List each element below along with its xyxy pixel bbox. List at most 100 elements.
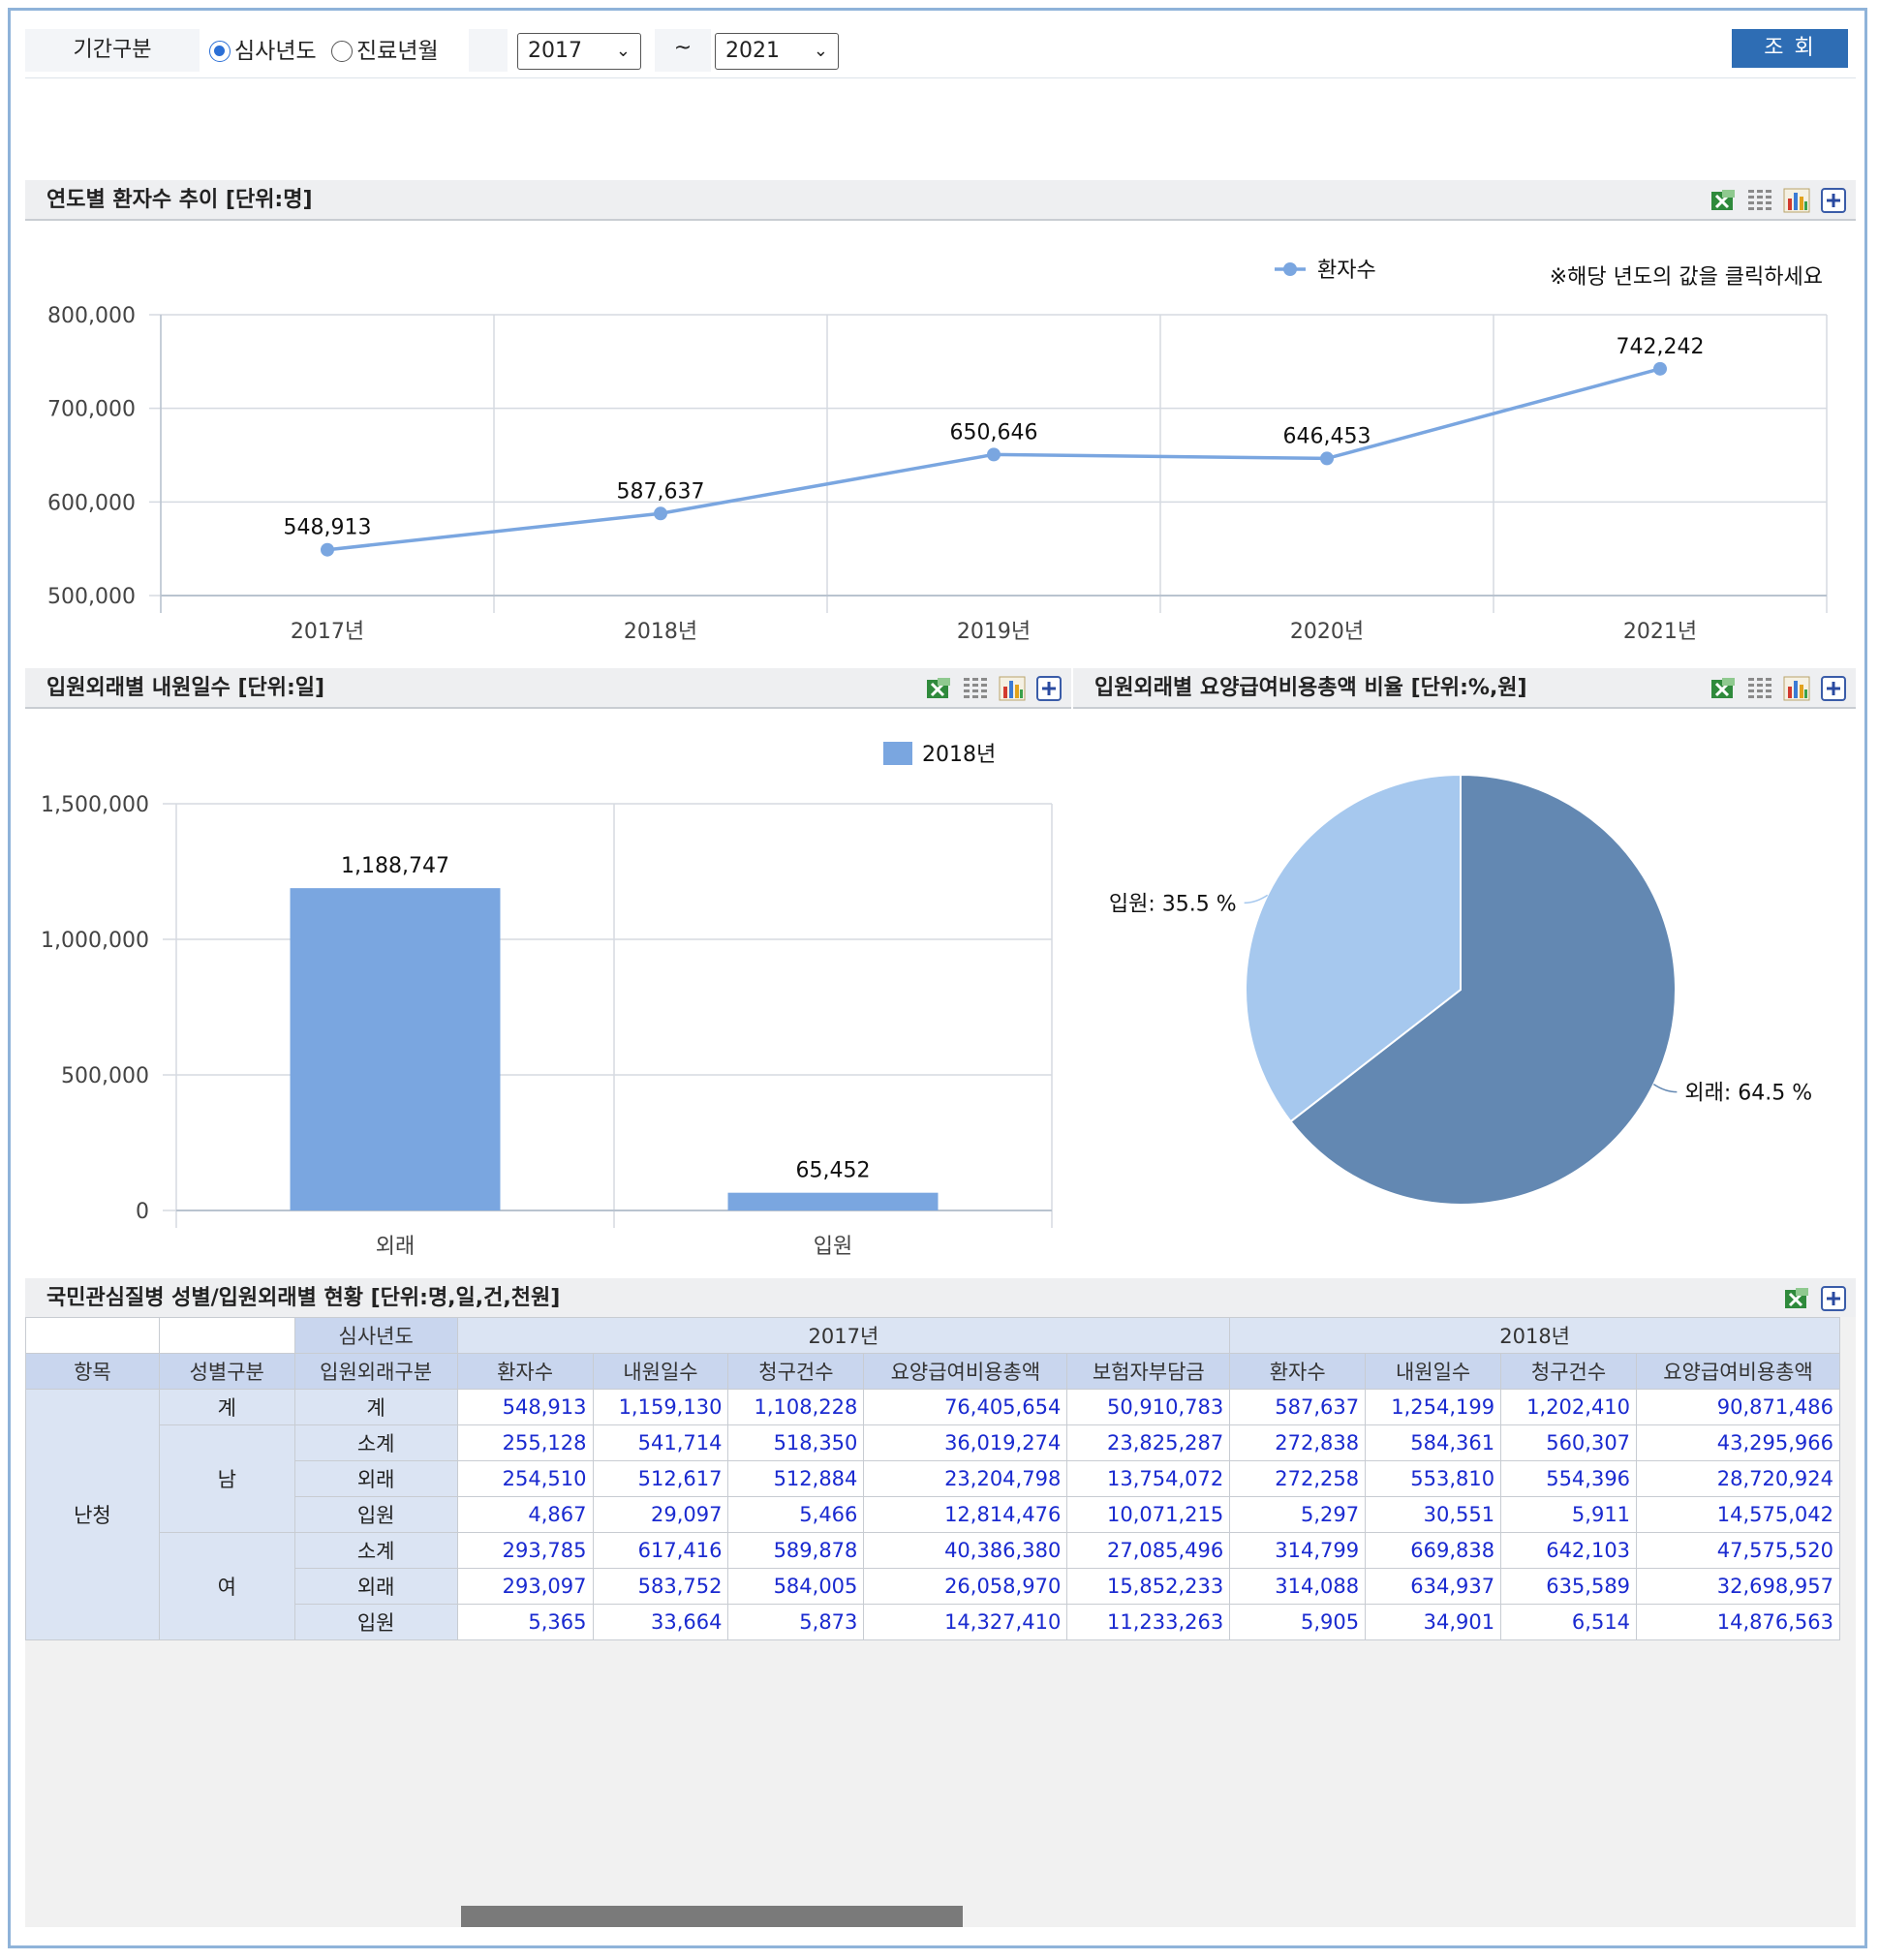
year-from-select[interactable]: 2017 ⌄ (517, 33, 641, 70)
visit-type-cell: 외래 (293, 1460, 458, 1497)
value-cell: 11,233,263 (1066, 1604, 1231, 1640)
radio-selected-icon[interactable] (209, 41, 231, 62)
value-cell: 512,617 (592, 1460, 729, 1497)
bar-chart-icon[interactable] (998, 675, 1027, 702)
days-panel-header: 입원외래별 내원일수 [단위:일] (25, 668, 1071, 709)
value-cell: 635,589 (1500, 1568, 1638, 1605)
value-cell: 548,913 (456, 1389, 594, 1425)
visit-type-cell: 입원 (293, 1604, 458, 1640)
data-label: 1,188,747 (341, 854, 449, 878)
trend-panel-header: 연도별 환자수 추이 [단위:명] (25, 180, 1856, 221)
bar-chart-icon[interactable] (1782, 187, 1811, 214)
table-row: 여 소계 293,785 617,416 589,878 40,386,380 27,085… (26, 1532, 1840, 1640)
header-column: 환자수 (456, 1353, 594, 1390)
query-button[interactable]: 조 회 (1732, 29, 1848, 68)
value-cell: 589,878 (727, 1532, 865, 1569)
value-cell: 27,085,496 (1066, 1532, 1231, 1569)
value-cell: 26,058,970 (863, 1568, 1068, 1605)
excel-icon[interactable] (924, 675, 953, 702)
y-tick-label: 0 (136, 1200, 149, 1224)
value-cell: 634,937 (1365, 1568, 1502, 1605)
data-point[interactable] (321, 542, 334, 557)
bar[interactable] (290, 888, 501, 1210)
value-cell: 5,905 (1229, 1604, 1367, 1640)
radio-treatment-month-label: 진료년월 (356, 39, 439, 64)
header-column: 내원일수 (592, 1353, 729, 1390)
y-tick-label: 600,000 (47, 491, 136, 515)
radio-review-year[interactable]: 심사년도 (209, 35, 317, 68)
range-separator: ~ (655, 29, 711, 72)
value-cell: 13,754,072 (1066, 1460, 1231, 1497)
legend-label: 환자수 (1317, 259, 1376, 283)
excel-icon[interactable] (1709, 187, 1738, 214)
plus-icon[interactable] (1034, 675, 1063, 702)
header-column: 요양급여비용총액 (863, 1353, 1068, 1390)
radio-unselected-icon[interactable] (331, 41, 353, 62)
value-cell: 554,396 (1500, 1460, 1638, 1497)
grid-view-icon[interactable] (1745, 675, 1774, 702)
trend-panel-title: 연도별 환자수 추이 [단위:명] (46, 188, 313, 212)
year-to-value: 2021 (725, 39, 780, 63)
y-tick-label: 500,000 (61, 1064, 149, 1088)
value-cell: 617,416 (592, 1532, 729, 1569)
bar[interactable] (727, 1192, 939, 1210)
value-cell: 272,838 (1229, 1424, 1367, 1461)
pie-label: 외래: 64.5 % (1684, 1082, 1812, 1106)
value-cell: 669,838 (1365, 1532, 1502, 1569)
value-cell: 541,714 (592, 1424, 729, 1461)
value-cell: 43,295,966 (1636, 1424, 1840, 1461)
sex-cell: 여 (158, 1532, 295, 1640)
horizontal-scrollbar[interactable] (461, 1906, 963, 1927)
value-cell: 518,350 (727, 1424, 865, 1461)
grid-view-icon[interactable] (1745, 187, 1774, 214)
value-cell: 5,873 (727, 1604, 865, 1640)
value-cell: 36,019,274 (863, 1424, 1068, 1461)
data-point[interactable] (1653, 361, 1667, 376)
grid-view-icon[interactable] (961, 675, 990, 702)
value-cell: 50,910,783 (1066, 1389, 1231, 1425)
chevron-down-icon: ⌄ (813, 41, 828, 61)
table-panel-header: 국민관심질병 성별/입원외래별 현황 [단위:명,일,건,천원] (25, 1278, 1856, 1319)
table-panel-title: 국민관심질병 성별/입원외래별 현황 [단위:명,일,건,천원] (46, 1286, 561, 1310)
value-cell: 28,720,924 (1636, 1460, 1840, 1497)
stats-table-container[interactable]: 심사년도 2017년 2018년 항목 성별구분 입원외래구분 환자수 내원일수 청구건수 요양급… (25, 1317, 1856, 1927)
value-cell: 40,386,380 (863, 1532, 1068, 1569)
radio-treatment-month[interactable]: 진료년월 (331, 35, 439, 68)
item-cell: 난청 (25, 1389, 160, 1640)
data-point[interactable] (987, 447, 1001, 462)
value-cell: 14,327,410 (863, 1604, 1068, 1640)
year-to-select[interactable]: 2021 ⌄ (715, 33, 839, 70)
value-cell: 584,005 (727, 1568, 865, 1605)
value-cell: 29,097 (592, 1496, 729, 1533)
data-point[interactable] (1320, 451, 1334, 466)
value-cell: 1,108,228 (727, 1389, 865, 1425)
table-row: 남 소계 255,128 541,714 518,350 36,019,274 23,825… (26, 1424, 1840, 1533)
header-blank-cell (158, 1317, 295, 1354)
plus-icon[interactable] (1819, 675, 1848, 702)
plus-icon[interactable] (1819, 187, 1848, 214)
visit-type-cell: 소계 (293, 1424, 458, 1461)
pie-label: 입원: 35.5 % (1109, 892, 1237, 916)
sex-cell: 계 (158, 1389, 295, 1425)
header-column: 보험자부담금 (1066, 1353, 1231, 1390)
period-type-label: 기간구분 (25, 29, 200, 72)
visit-type-cell: 소계 (293, 1532, 458, 1569)
legend-label: 2018년 (922, 743, 996, 767)
bar-chart-icon[interactable] (1782, 675, 1811, 702)
days-panel-title: 입원외래별 내원일수 [단위:일] (46, 676, 325, 700)
header-review-year: 심사년도 (293, 1317, 458, 1354)
value-cell: 5,466 (727, 1496, 865, 1533)
data-point[interactable] (654, 506, 667, 521)
sex-cell: 남 (158, 1424, 295, 1533)
plus-icon[interactable] (1819, 1285, 1848, 1312)
excel-icon[interactable] (1782, 1285, 1811, 1312)
value-cell: 12,814,476 (863, 1496, 1068, 1533)
value-cell: 553,810 (1365, 1460, 1502, 1497)
ratio-panel-tools (1709, 675, 1848, 702)
ratio-panel-header: 입원외래별 요양급여비용총액 비율 [단위:%,원] (1073, 668, 1856, 709)
value-cell: 583,752 (592, 1568, 729, 1605)
table-row: 외래 293,097 583,752 584,005 26,058,970 15,852,… (26, 1568, 1840, 1605)
table-panel-tools (1782, 1285, 1848, 1312)
excel-icon[interactable] (1709, 675, 1738, 702)
value-cell: 5,297 (1229, 1496, 1367, 1533)
